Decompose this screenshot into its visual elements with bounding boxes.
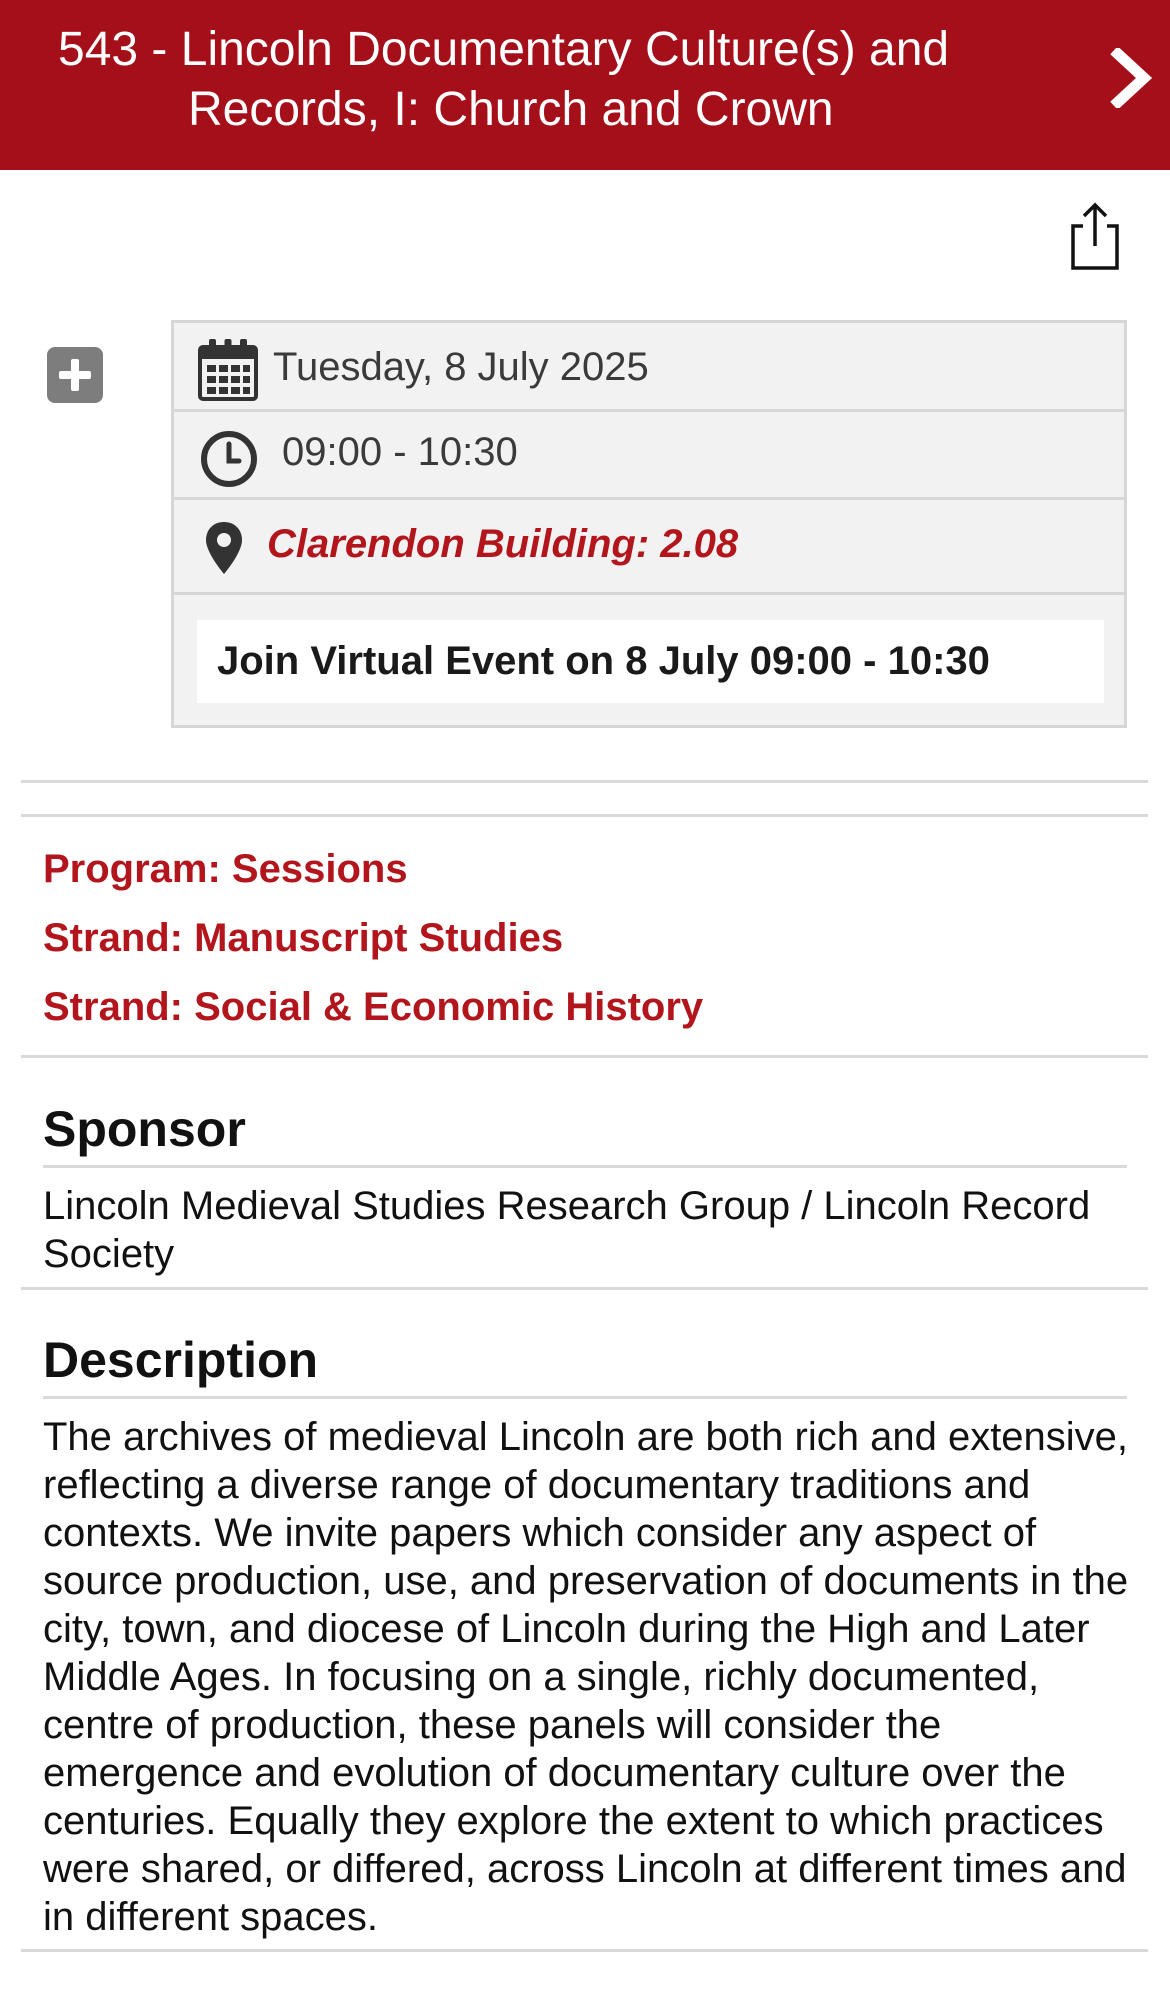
location-link[interactable]: Clarendon Building: 2.08 <box>267 522 738 567</box>
description-heading: Description <box>43 1332 319 1388</box>
category-link-program[interactable]: Program: Sessions <box>43 846 703 915</box>
sponsor-rule <box>43 1165 1127 1168</box>
category-links: Program: Sessions Strand: Manuscript Stu… <box>43 846 703 1053</box>
chevron-right-icon <box>1110 48 1153 108</box>
page-title: 543 - Lincoln Documentary Culture(s) and… <box>58 23 950 136</box>
description-text: The archives of medieval Lincoln are bot… <box>43 1415 1129 1939</box>
session-info-box: Tuesday, 8 July 2025 09:00 - 10:30 Clare… <box>171 320 1127 728</box>
description-rule <box>43 1396 1127 1399</box>
map-pin-icon <box>206 522 242 574</box>
share-button[interactable] <box>1065 200 1125 272</box>
divider <box>21 1287 1148 1290</box>
header-bar: 543 - Lincoln Documentary Culture(s) and… <box>0 0 1170 170</box>
sponsor-text: Lincoln Medieval Studies Research Group … <box>43 1184 1091 1276</box>
clock-icon <box>201 431 257 487</box>
divider <box>21 780 1148 783</box>
divider <box>21 1055 1148 1058</box>
divider <box>21 814 1148 817</box>
category-link-manuscript[interactable]: Strand: Manuscript Studies <box>43 915 703 984</box>
session-date: Tuesday, 8 July 2025 <box>273 345 649 389</box>
sponsor-heading: Sponsor <box>43 1101 246 1157</box>
location-row[interactable]: Clarendon Building: 2.08 <box>174 500 1124 595</box>
date-row: Tuesday, 8 July 2025 <box>174 323 1124 412</box>
category-link-social-economic[interactable]: Strand: Social & Economic History <box>43 984 703 1053</box>
next-session-button[interactable] <box>1094 40 1170 116</box>
add-to-schedule-button[interactable] <box>47 347 103 403</box>
time-row: 09:00 - 10:30 <box>174 412 1124 500</box>
divider <box>21 1949 1148 1952</box>
join-virtual-event-button[interactable]: Join Virtual Event on 8 July 09:00 - 10:… <box>197 620 1104 703</box>
calendar-icon <box>198 339 258 401</box>
share-icon <box>1071 202 1119 270</box>
session-time: 09:00 - 10:30 <box>282 430 518 474</box>
